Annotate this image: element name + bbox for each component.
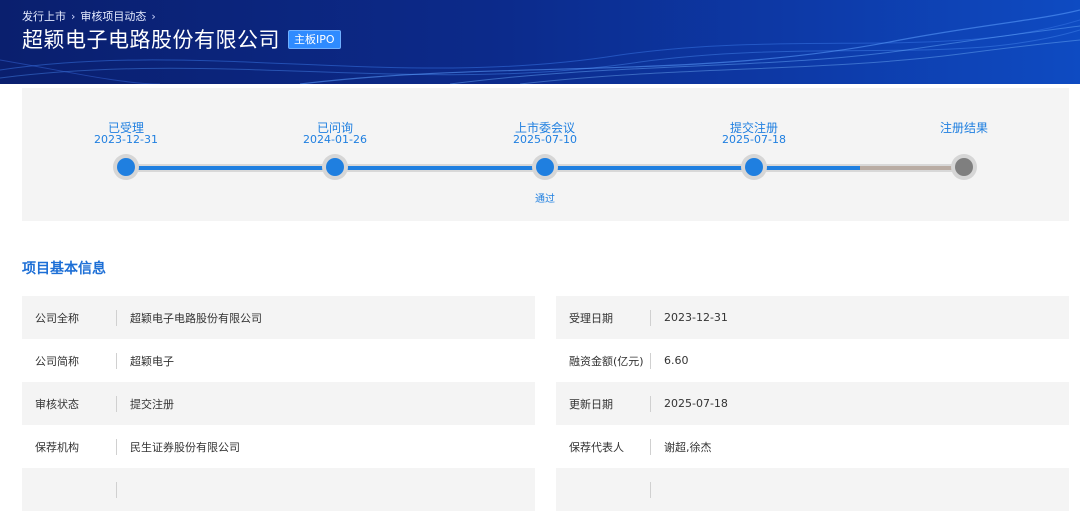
info-row-company-fullname: 公司全称 超颖电子电路股份有限公司: [22, 296, 535, 339]
step-date: 2025-07-10: [513, 133, 577, 146]
step-dot-icon: [745, 158, 763, 176]
step-node: [741, 154, 767, 180]
info-key: 更新日期: [569, 397, 613, 411]
info-key: 公司简称: [35, 354, 79, 368]
info-value: 2025-07-18: [664, 397, 728, 410]
info-row-sponsor: 保荐机构 民生证券股份有限公司: [22, 425, 535, 468]
step-date: 2023-12-31: [94, 133, 158, 146]
info-row-update-date: 更新日期 2025-07-18: [556, 382, 1069, 425]
info-value[interactable]: 民生证券股份有限公司: [117, 439, 240, 455]
step-dot-icon: [955, 158, 973, 176]
info-value: 超颖电子: [130, 354, 174, 368]
info-key: 保荐代表人: [569, 440, 624, 454]
step-node: [532, 154, 558, 180]
info-row-financing-amount: 融资金额(亿元) 6.60: [556, 339, 1069, 382]
timeline-pending-segment: [860, 166, 964, 170]
info-value: 2023-12-31: [664, 311, 728, 324]
step-dot-icon: [326, 158, 344, 176]
info-row-review-status: 审核状态 提交注册: [22, 382, 535, 425]
chevron-right-icon: ›: [71, 9, 76, 23]
info-value: 提交注册: [130, 397, 174, 411]
header-banner: 发行上市 › 审核项目动态 › 超颖电子电路股份有限公司 主板IPO: [0, 0, 1080, 84]
section-title: 项目基本信息: [22, 261, 106, 277]
step-node: [951, 154, 977, 180]
info-row-sponsor-reps: 保荐代表人 谢超,徐杰: [556, 425, 1069, 468]
breadcrumb-item-ipo[interactable]: 发行上市: [22, 8, 66, 24]
breadcrumb: 发行上市 › 审核项目动态 ›: [22, 8, 156, 24]
info-key: 审核状态: [35, 397, 79, 411]
board-badge: 主板IPO: [288, 29, 341, 49]
info-row-partial: [556, 468, 1069, 511]
step-dot-icon: [117, 158, 135, 176]
info-key: 受理日期: [569, 311, 613, 325]
info-value: 超颖电子电路股份有限公司: [130, 311, 262, 325]
info-value: 6.60: [664, 354, 689, 367]
page-title: 超颖电子电路股份有限公司: [22, 28, 280, 52]
info-value: 谢超,徐杰: [664, 440, 712, 454]
info-key: 保荐机构: [35, 440, 79, 454]
info-key: 公司全称: [35, 311, 79, 325]
step-note: 通过: [535, 194, 555, 205]
step-node: [322, 154, 348, 180]
title-row: 超颖电子电路股份有限公司 主板IPO: [22, 24, 341, 54]
review-progress-timeline: 已受理 2023-12-31 已问询 2024-01-26 上市委会议 2025…: [22, 88, 1069, 221]
step-dot-icon: [536, 158, 554, 176]
info-row-accept-date: 受理日期 2023-12-31: [556, 296, 1069, 339]
step-label: 注册结果: [939, 121, 988, 135]
step-node: [113, 154, 139, 180]
step-date: 2025-07-18: [722, 133, 786, 146]
step-date: 2024-01-26: [303, 133, 367, 146]
info-row-partial: [22, 468, 535, 511]
chevron-right-icon: ›: [151, 9, 156, 23]
info-key: 融资金额(亿元): [569, 354, 644, 368]
info-row-company-shortname: 公司简称 超颖电子: [22, 339, 535, 382]
breadcrumb-item-review-dynamics[interactable]: 审核项目动态: [80, 8, 146, 24]
